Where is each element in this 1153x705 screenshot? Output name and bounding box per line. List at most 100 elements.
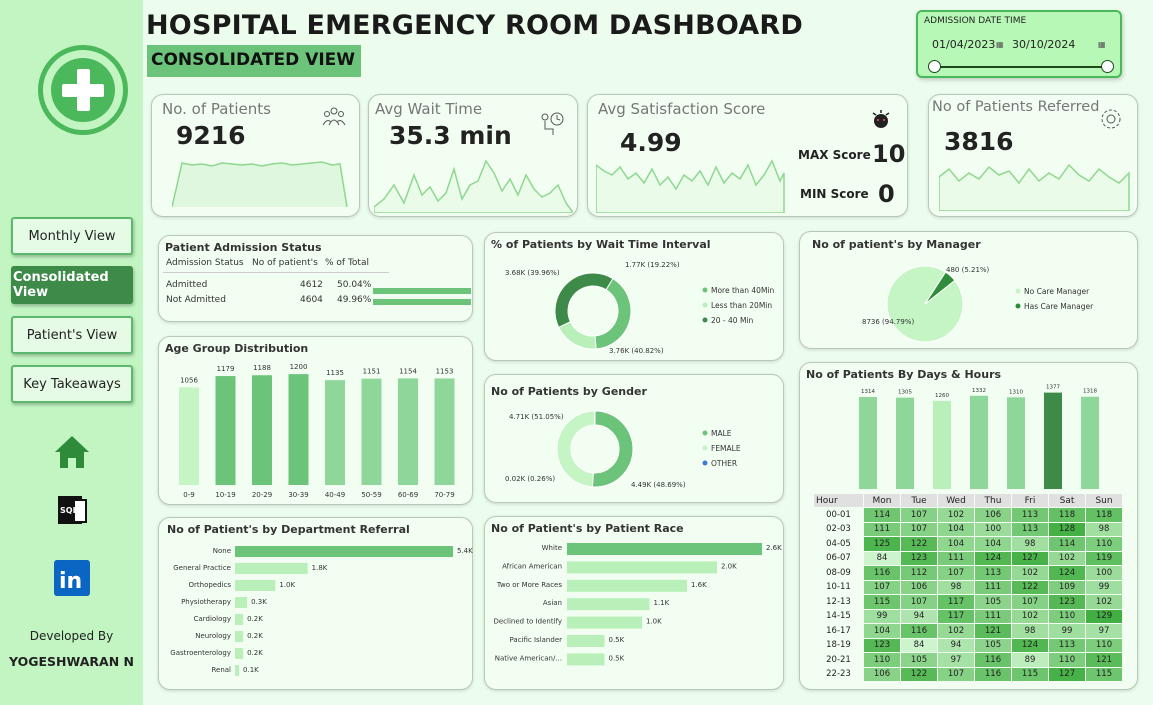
- y-tick-label: Gastroenterology: [170, 649, 231, 657]
- bar-data-label: 1.0K: [646, 618, 662, 626]
- heatmap-cell: 121: [1085, 652, 1123, 668]
- heatmap-cell: 104: [937, 536, 975, 552]
- heatmap-cell: 98: [937, 579, 975, 595]
- hbar: [567, 653, 605, 666]
- key-takeaways-button[interactable]: Key Takeaways: [11, 365, 133, 403]
- heatmap-row-header: 08-09: [813, 565, 864, 581]
- bar-data-label: 1154: [399, 367, 417, 375]
- heatmap-cell: 115: [1011, 666, 1049, 682]
- heatmap-cell: 115: [863, 594, 901, 610]
- card-title: No of patient's by Manager: [812, 238, 981, 251]
- heatmap-cell: 110: [1085, 637, 1123, 653]
- day-bar: [896, 397, 914, 489]
- bar-data-label: 1318: [1083, 389, 1097, 395]
- gender-card: No of Patients by Gender 4.71K (51.05%) 4…: [484, 374, 784, 503]
- x-tick-label: 20-29: [252, 491, 272, 499]
- heatmap-cell: 129: [1085, 608, 1123, 624]
- heatmap-corner: Hour: [813, 493, 864, 508]
- slider-start-handle[interactable]: [928, 60, 941, 73]
- slice-data-label: 8736 (94.79%): [862, 318, 914, 326]
- date-filter-label: ADMISSION DATE TIME: [924, 16, 1027, 26]
- x-tick-label: 50-59: [361, 491, 381, 499]
- patients-view-button[interactable]: Patient's View: [11, 316, 133, 354]
- sql-icon[interactable]: SQL: [50, 488, 94, 532]
- start-date-input[interactable]: 01/04/2023: [932, 38, 995, 51]
- heatmap-cell: 107: [1011, 594, 1049, 610]
- svg-text:in: in: [59, 569, 82, 594]
- day-bar: [970, 395, 988, 489]
- bar-data-label: 1332: [972, 388, 986, 394]
- heatmap-cell: 97: [1085, 623, 1123, 639]
- heatmap-cell: 122: [900, 536, 938, 552]
- heatmap-cell: 107: [900, 507, 938, 523]
- heatmap-cell: 122: [1011, 579, 1049, 595]
- table-header: % of Total: [325, 258, 369, 268]
- heatmap-cell: 107: [900, 521, 938, 537]
- slider-end-handle[interactable]: [1101, 60, 1114, 73]
- card-title: Age Group Distribution: [165, 342, 309, 355]
- bar-data-label: 1310: [1009, 389, 1023, 395]
- hbar: [567, 543, 762, 555]
- monthly-view-button[interactable]: Monthly View: [11, 217, 133, 255]
- day-bar: [1007, 397, 1025, 489]
- heatmap-column-header: Thu: [974, 493, 1012, 508]
- day-bar: [859, 397, 877, 489]
- kpi-value: 3816: [944, 127, 1014, 156]
- heatmap-cell: 113: [1011, 521, 1049, 537]
- legend-marker: [702, 287, 708, 293]
- bar-data-label: 5.4K: [457, 547, 473, 555]
- card-title: No of Patients By Days & Hours: [806, 368, 1002, 381]
- heatmap-cell: 128: [1048, 521, 1086, 537]
- hbar: [235, 631, 244, 642]
- calendar-icon[interactable]: ▦: [1098, 40, 1106, 49]
- heatmap-cell: 106: [900, 579, 938, 595]
- pie-slice: [554, 272, 614, 329]
- consolidated-view-button[interactable]: Consolidated View: [11, 266, 133, 304]
- bar-data-label: 1260: [935, 393, 949, 399]
- heatmap-row: 12-13 115 107 117 105 107 123 102: [813, 594, 1123, 610]
- date-slider-track[interactable]: [934, 66, 1110, 68]
- heatmap-column-header: Wed: [937, 493, 975, 508]
- heatmap-cell: 116: [974, 652, 1012, 668]
- heatmap-cell: 121: [974, 623, 1012, 639]
- hbar: [567, 579, 687, 592]
- card-title: % of Patients by Wait Time Interval: [491, 238, 711, 251]
- max-score-value: 10: [872, 140, 906, 168]
- heatmap-cell: 124: [974, 550, 1012, 566]
- day-bar: [1081, 396, 1099, 489]
- heatmap-cell: 122: [900, 666, 938, 682]
- table-header: No of patient's: [252, 258, 318, 268]
- home-icon[interactable]: [50, 430, 94, 474]
- legend-label: 20 - 40 Min: [711, 316, 754, 325]
- bar-data-label: 0.3K: [251, 598, 267, 606]
- bar-data-label: 0.2K: [247, 649, 263, 657]
- end-date-input[interactable]: 30/10/2024: [1012, 38, 1075, 51]
- manager-card: No of patient's by Manager 8736 (94.79%)…: [799, 231, 1138, 349]
- max-score-label: MAX Score: [798, 148, 871, 162]
- card-title: No of Patient's by Department Referral: [167, 523, 410, 536]
- kpi-title: Avg Satisfaction Score: [598, 100, 766, 118]
- heatmap-row-header: 00-01: [813, 507, 864, 523]
- heatmap-cell: 110: [863, 652, 901, 668]
- legend-marker: [702, 445, 708, 451]
- heatmap-cell: 117: [937, 594, 975, 610]
- heatmap-cell: 105: [900, 652, 938, 668]
- department-referral-chart: None 5.4K General Practice 1.8K Orthopedics 1…: [170, 546, 473, 676]
- y-tick-label: None: [213, 547, 231, 555]
- legend-marker: [702, 460, 708, 466]
- bar-data-label: 1.6K: [691, 581, 707, 589]
- legend-marker: [702, 430, 708, 436]
- kpi-title: No of Patients Referred: [932, 99, 1100, 115]
- heatmap-cell: 124: [1048, 565, 1086, 581]
- x-tick-label: 40-49: [325, 491, 345, 499]
- heatmap-row: 08-09 116 112 107 113 102 124 100: [813, 565, 1123, 581]
- bar-data-label: 1.8K: [312, 564, 328, 572]
- developer-name: YOGESHWARAN N: [9, 654, 134, 669]
- calendar-icon[interactable]: ▦: [996, 40, 1004, 49]
- linkedin-icon[interactable]: in: [50, 556, 94, 600]
- table-header: Admission Status: [166, 258, 244, 268]
- heatmap-row: 18-19 123 84 94 105 124 113 110: [813, 637, 1123, 653]
- heatmap-cell: 127: [1048, 666, 1086, 682]
- heatmap-cell: 89: [1011, 652, 1049, 668]
- hbar: [567, 635, 605, 647]
